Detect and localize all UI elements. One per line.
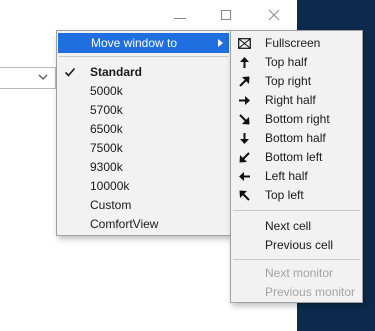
submenu-item-label: Top left (265, 188, 304, 202)
close-icon (268, 9, 280, 21)
menu-item-label: ComfortView (90, 217, 159, 231)
menu-item-10000k[interactable]: 10000k (57, 176, 230, 196)
menu-item-move-window-to[interactable]: Move window to (58, 33, 229, 53)
submenu-item-next-monitor: Next monitor (231, 263, 362, 283)
menu-item-label: 5000k (90, 84, 123, 98)
submenu-item-bottom-half[interactable]: Bottom half (231, 128, 362, 148)
submenu-item-top-half[interactable]: Top half (231, 52, 362, 72)
menu-item-6500k[interactable]: 6500k (57, 119, 230, 139)
menu-item-custom[interactable]: Custom (57, 195, 230, 215)
submenu-item-label: Right half (265, 93, 316, 107)
maximize-button[interactable] (214, 5, 238, 25)
submenu-item-label: Fullscreen (265, 36, 321, 50)
menu-item-5000k[interactable]: 5000k (57, 81, 230, 101)
minimize-icon (174, 17, 186, 19)
menu-item-7500k[interactable]: 7500k (57, 138, 230, 158)
menu-item-comfortview[interactable]: ComfortView (57, 214, 230, 234)
context-menu: Move window to Standard 5000k 5700k 6500… (56, 30, 231, 236)
arrow-right-icon (239, 96, 250, 105)
arrow-down-right-icon (239, 114, 250, 125)
submenu-item-right-half[interactable]: Right half (231, 90, 362, 110)
menu-item-label: 7500k (90, 141, 123, 155)
submenu-item-label: Next cell (265, 219, 312, 233)
arrow-up-left-icon (239, 190, 250, 201)
menu-item-label: 10000k (90, 179, 130, 193)
fullscreen-icon (238, 38, 251, 49)
close-button[interactable] (262, 5, 286, 25)
arrow-down-icon (240, 133, 249, 144)
minimize-button[interactable] (168, 5, 192, 25)
checkmark-icon (64, 67, 76, 77)
submenu-item-bottom-right[interactable]: Bottom right (231, 109, 362, 129)
menu-separator (233, 259, 360, 260)
submenu-item-next-cell[interactable]: Next cell (231, 216, 362, 236)
dropdown-combo[interactable] (0, 67, 56, 89)
arrow-left-icon (239, 172, 250, 181)
submenu-item-label: Top half (265, 55, 308, 69)
submenu-item-left-half[interactable]: Left half (231, 166, 362, 186)
submenu-item-label: Left half (265, 169, 308, 183)
submenu-item-label: Bottom right (265, 112, 330, 126)
submenu-item-fullscreen[interactable]: Fullscreen (231, 33, 362, 53)
submenu-item-label: Previous cell (265, 238, 334, 252)
menu-item-5700k[interactable]: 5700k (57, 100, 230, 120)
submenu-item-label: Bottom left (265, 150, 323, 164)
maximize-icon (221, 10, 231, 20)
arrow-up-icon (240, 57, 249, 68)
submenu-item-top-left[interactable]: Top left (231, 185, 362, 205)
menu-item-label: 6500k (90, 122, 123, 136)
menu-item-label: 5700k (90, 103, 123, 117)
menu-separator (233, 210, 360, 211)
menu-item-label: 9300k (90, 160, 123, 174)
menu-item-label: Move window to (91, 36, 178, 50)
submenu-item-top-right[interactable]: Top right (231, 71, 362, 91)
menu-separator (59, 56, 228, 57)
menu-item-standard[interactable]: Standard (57, 62, 230, 82)
submenu-item-label: Bottom half (265, 131, 326, 145)
arrow-down-left-icon (239, 152, 250, 163)
submenu-item-previous-monitor: Previous monitor (231, 282, 362, 302)
menu-item-label: Custom (90, 198, 132, 212)
menu-item-label: Standard (90, 65, 143, 79)
arrow-up-right-icon (239, 76, 250, 87)
move-window-submenu: Fullscreen Top half Top right Right half… (230, 30, 363, 303)
submenu-arrow-icon (218, 39, 223, 47)
chevron-down-icon (38, 74, 48, 80)
submenu-item-label: Top right (265, 74, 312, 88)
submenu-item-label: Previous monitor (265, 285, 356, 299)
submenu-item-previous-cell[interactable]: Previous cell (231, 235, 362, 255)
menu-item-9300k[interactable]: 9300k (57, 157, 230, 177)
submenu-item-bottom-left[interactable]: Bottom left (231, 147, 362, 167)
submenu-item-label: Next monitor (265, 266, 334, 280)
